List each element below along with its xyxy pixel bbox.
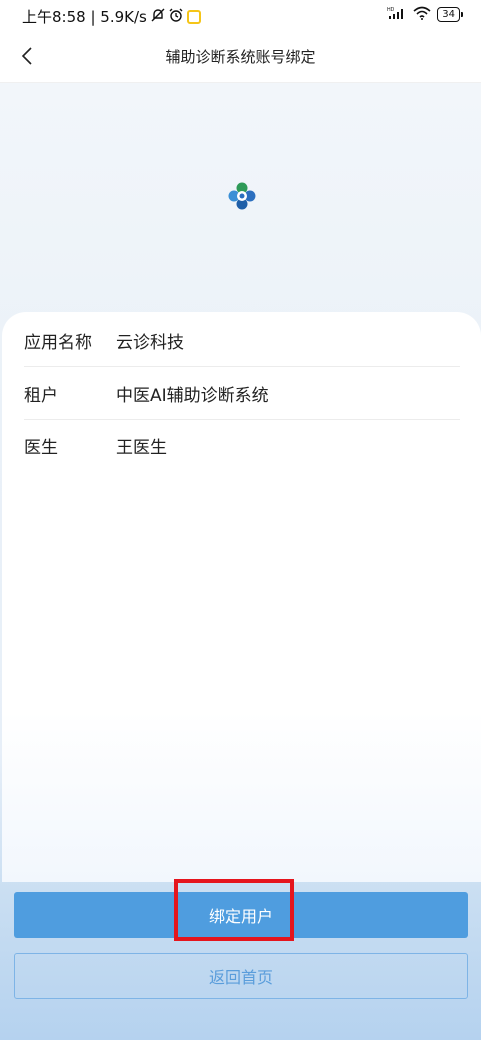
wifi-icon <box>413 6 431 23</box>
info-row-doctor: 医生 王医生 <box>24 419 460 471</box>
signal-icon: HD <box>387 6 407 23</box>
status-bar: 上午8:58 | 5.9K/s HD 34 <box>0 0 481 32</box>
battery-level: 34 <box>437 7 460 22</box>
alarm-clock-icon <box>169 8 183 26</box>
info-value: 云诊科技 <box>116 332 184 353</box>
page-title: 辅助诊断系统账号绑定 <box>165 48 316 66</box>
status-right: HD 34 <box>387 6 463 23</box>
info-label: 医生 <box>24 437 58 458</box>
app-notification-icon <box>186 9 201 24</box>
return-home-button[interactable]: 返回首页 <box>14 953 468 999</box>
info-label: 租户 <box>24 385 58 406</box>
info-value: 王医生 <box>116 437 167 458</box>
status-left: 上午8:58 | 5.9K/s <box>22 6 201 27</box>
bind-user-button[interactable]: 绑定用户 <box>14 892 468 938</box>
info-label: 应用名称 <box>24 332 92 353</box>
info-value: 中医AI辅助诊断系统 <box>116 385 269 406</box>
app-logo-icon <box>228 182 256 210</box>
status-time-network: 上午8:58 | 5.9K/s <box>22 8 147 26</box>
battery-icon: 34 <box>437 7 463 22</box>
info-row-app-name: 应用名称 云诊科技 <box>24 314 460 367</box>
info-row-tenant: 租户 中医AI辅助诊断系统 <box>24 367 460 420</box>
mute-bell-icon <box>151 8 165 26</box>
svg-text:HD: HD <box>387 7 395 13</box>
info-card: 应用名称 云诊科技 租户 中医AI辅助诊断系统 医生 王医生 <box>2 312 481 882</box>
nav-bar: 辅助诊断系统账号绑定 <box>0 32 481 83</box>
